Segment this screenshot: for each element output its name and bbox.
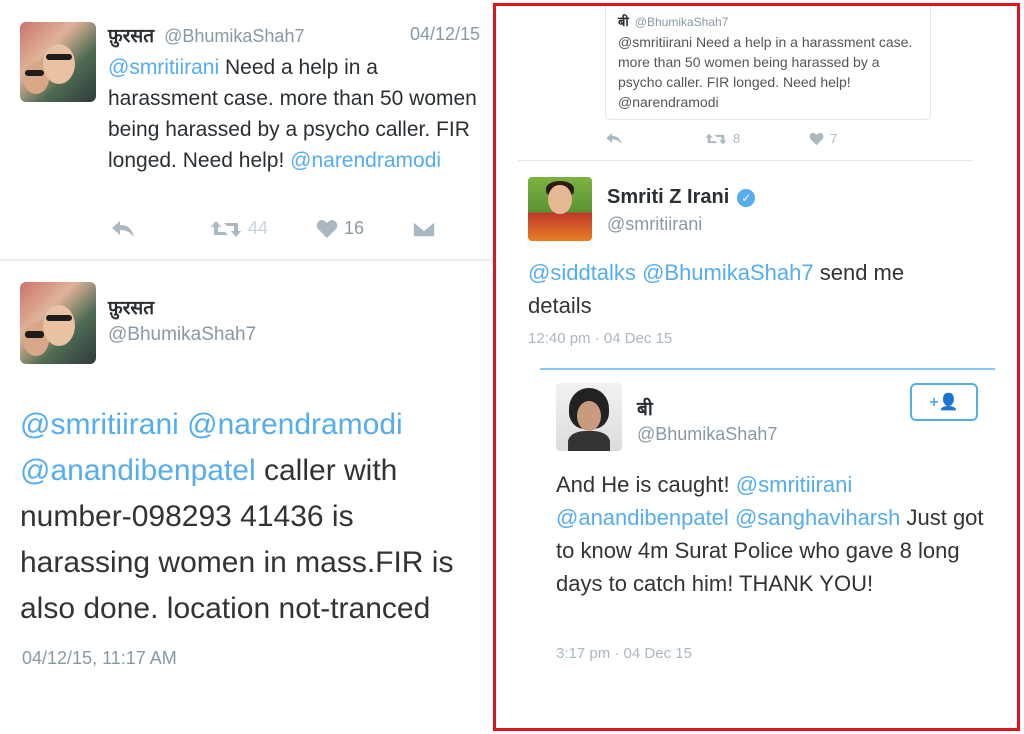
quoted-tweet[interactable]: बी @BhumikaShah7 @smritiirani Need a hel… (605, 6, 931, 120)
user-handle: @BhumikaShah7 (634, 15, 729, 29)
reply-button[interactable] (110, 218, 136, 238)
avatar[interactable] (20, 282, 96, 364)
user-handle[interactable]: @smritiirani (607, 214, 702, 235)
like-count: 16 (344, 218, 365, 238)
mention-link[interactable]: @narendramodi (187, 408, 403, 441)
dm-button[interactable] (412, 220, 436, 238)
like-button[interactable]: 7 (809, 131, 837, 146)
user-handle[interactable]: @BhumikaShah7 (637, 424, 777, 445)
display-name[interactable]: बी (637, 395, 653, 421)
tweet-text-segment: And He is caught! (556, 472, 736, 497)
mention-link[interactable]: @BhumikaShah7 (642, 260, 814, 285)
avatar[interactable] (20, 22, 96, 102)
follow-button[interactable]: +👤 (910, 383, 978, 421)
tweet-date: 04/12/15 (410, 24, 481, 44)
mention-link[interactable]: @sanghaviharsh (735, 505, 900, 530)
avatar[interactable] (528, 177, 592, 241)
reply-button[interactable] (605, 131, 623, 145)
retweet-count: 8 (733, 131, 741, 146)
display-name: बी (618, 14, 629, 29)
divider (518, 160, 973, 161)
envelope-icon (412, 220, 436, 238)
reply-icon (112, 221, 134, 237)
display-name[interactable]: फ़ुरसत (108, 22, 154, 48)
mention-link[interactable]: @narendramodi (290, 149, 441, 172)
tweet-actions: 44 16 (110, 218, 450, 244)
tweet-text-segment: @smritiirani (618, 34, 693, 50)
mention-link[interactable]: @siddtalks (528, 260, 636, 285)
mention-link[interactable]: @smritiirani (108, 56, 219, 79)
tweet-text: @siddtalks @BhumikaShah7 send me details (528, 256, 968, 322)
tweet-card-1: फ़ुरसत @BhumikaShah7 04/12/15 @smritiira… (0, 0, 490, 258)
like-count: 7 (830, 131, 838, 146)
retweet-count: 44 (248, 218, 269, 238)
verified-badge-icon: ✓ (737, 188, 756, 207)
tweet-text: And He is caught! @smritiirani @anandibe… (556, 468, 986, 600)
mention-link[interactable]: @anandibenpatel (556, 505, 729, 530)
divider (0, 259, 490, 261)
avatar[interactable] (556, 383, 622, 451)
user-handle[interactable]: @BhumikaShah7 (164, 26, 304, 47)
tweet-text: @smritiirani Need a help in a harassment… (108, 52, 490, 176)
tweet-timestamp: 3:17 pm · 04 Dec 15 (556, 645, 692, 662)
tweet-card-2: फ़ुरसत @BhumikaShah7 @smritiirani @naren… (0, 262, 490, 732)
retweet-button[interactable]: 8 (705, 131, 740, 146)
reply-icon (606, 133, 622, 145)
heart-icon (809, 132, 824, 145)
display-name[interactable]: Smriti Z Irani (607, 186, 729, 209)
retweet-button[interactable]: 44 (210, 218, 268, 239)
quoted-actions: 8 7 (605, 131, 865, 151)
retweet-icon (211, 220, 241, 237)
display-name[interactable]: फ़ुरसत (108, 294, 154, 320)
heart-icon (316, 219, 338, 238)
user-handle[interactable]: @BhumikaShah7 (108, 324, 256, 346)
tweet-timestamp: 12:40 pm · 04 Dec 15 (528, 330, 673, 347)
quoted-text: @smritiirani Need a help in a harassment… (618, 32, 918, 112)
mention-link[interactable]: @anandibenpatel (20, 454, 256, 487)
tweet-text: @smritiirani @narendramodi @anandibenpat… (20, 402, 470, 632)
tweet-text-segment (179, 408, 187, 441)
divider (540, 368, 995, 370)
retweet-icon (705, 133, 727, 144)
add-user-icon: +👤 (929, 394, 959, 411)
mention-link[interactable]: @smritiirani (20, 408, 179, 441)
mention-link[interactable]: @smritiirani (736, 472, 852, 497)
tweet-text-segment: @narendramodi (618, 94, 719, 110)
tweet-timestamp: 04/12/15, 11:17 AM (22, 648, 177, 668)
like-button[interactable]: 16 (316, 218, 364, 239)
